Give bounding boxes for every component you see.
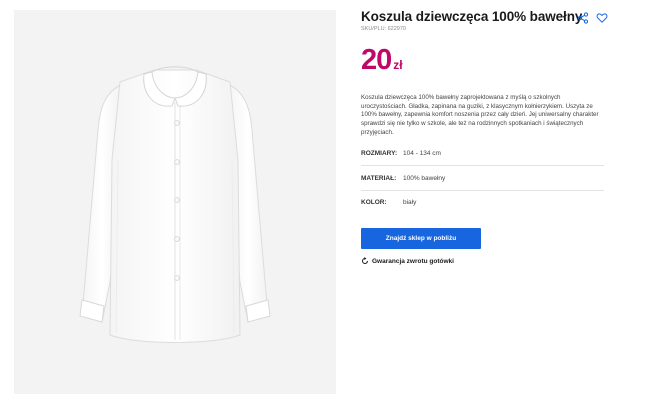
attribute-material: MATERIAŁ: 100% bawełny: [361, 166, 604, 191]
heart-icon[interactable]: [596, 11, 608, 23]
guarantee-link[interactable]: Gwarancja zwrotu gotówki: [361, 257, 454, 265]
attribute-value: biały: [403, 198, 417, 206]
product-image[interactable]: [14, 10, 336, 394]
shirt-illustration: [79, 66, 271, 343]
attribute-sizes: ROZMIARY: 104 - 134 cm: [361, 141, 604, 166]
price-currency: zł: [393, 58, 403, 72]
attribute-color: KOLOR: biały: [361, 190, 604, 214]
product-description: Koszula dziewczęca 100% bawełny zaprojek…: [361, 94, 599, 136]
refresh-icon: [362, 257, 368, 264]
product-sku: SKU/PLU: 622970: [361, 26, 406, 32]
attribute-value: 104 - 134 cm: [403, 149, 441, 157]
product-title: Koszula dziewczęca 100% bawełny: [361, 9, 583, 24]
price-amount: 20: [361, 44, 392, 76]
attribute-label: KOLOR:: [361, 198, 387, 206]
attribute-value: 100% bawełny: [403, 174, 446, 182]
share-icon[interactable]: [577, 11, 589, 24]
find-store-button[interactable]: Znajdź sklep w pobliżu: [361, 228, 481, 249]
attribute-label: MATERIAŁ:: [361, 174, 397, 182]
attribute-label: ROZMIARY:: [361, 149, 398, 157]
guarantee-label: Gwarancja zwrotu gotówki: [372, 257, 454, 265]
product-price: 20 zł: [361, 44, 403, 77]
